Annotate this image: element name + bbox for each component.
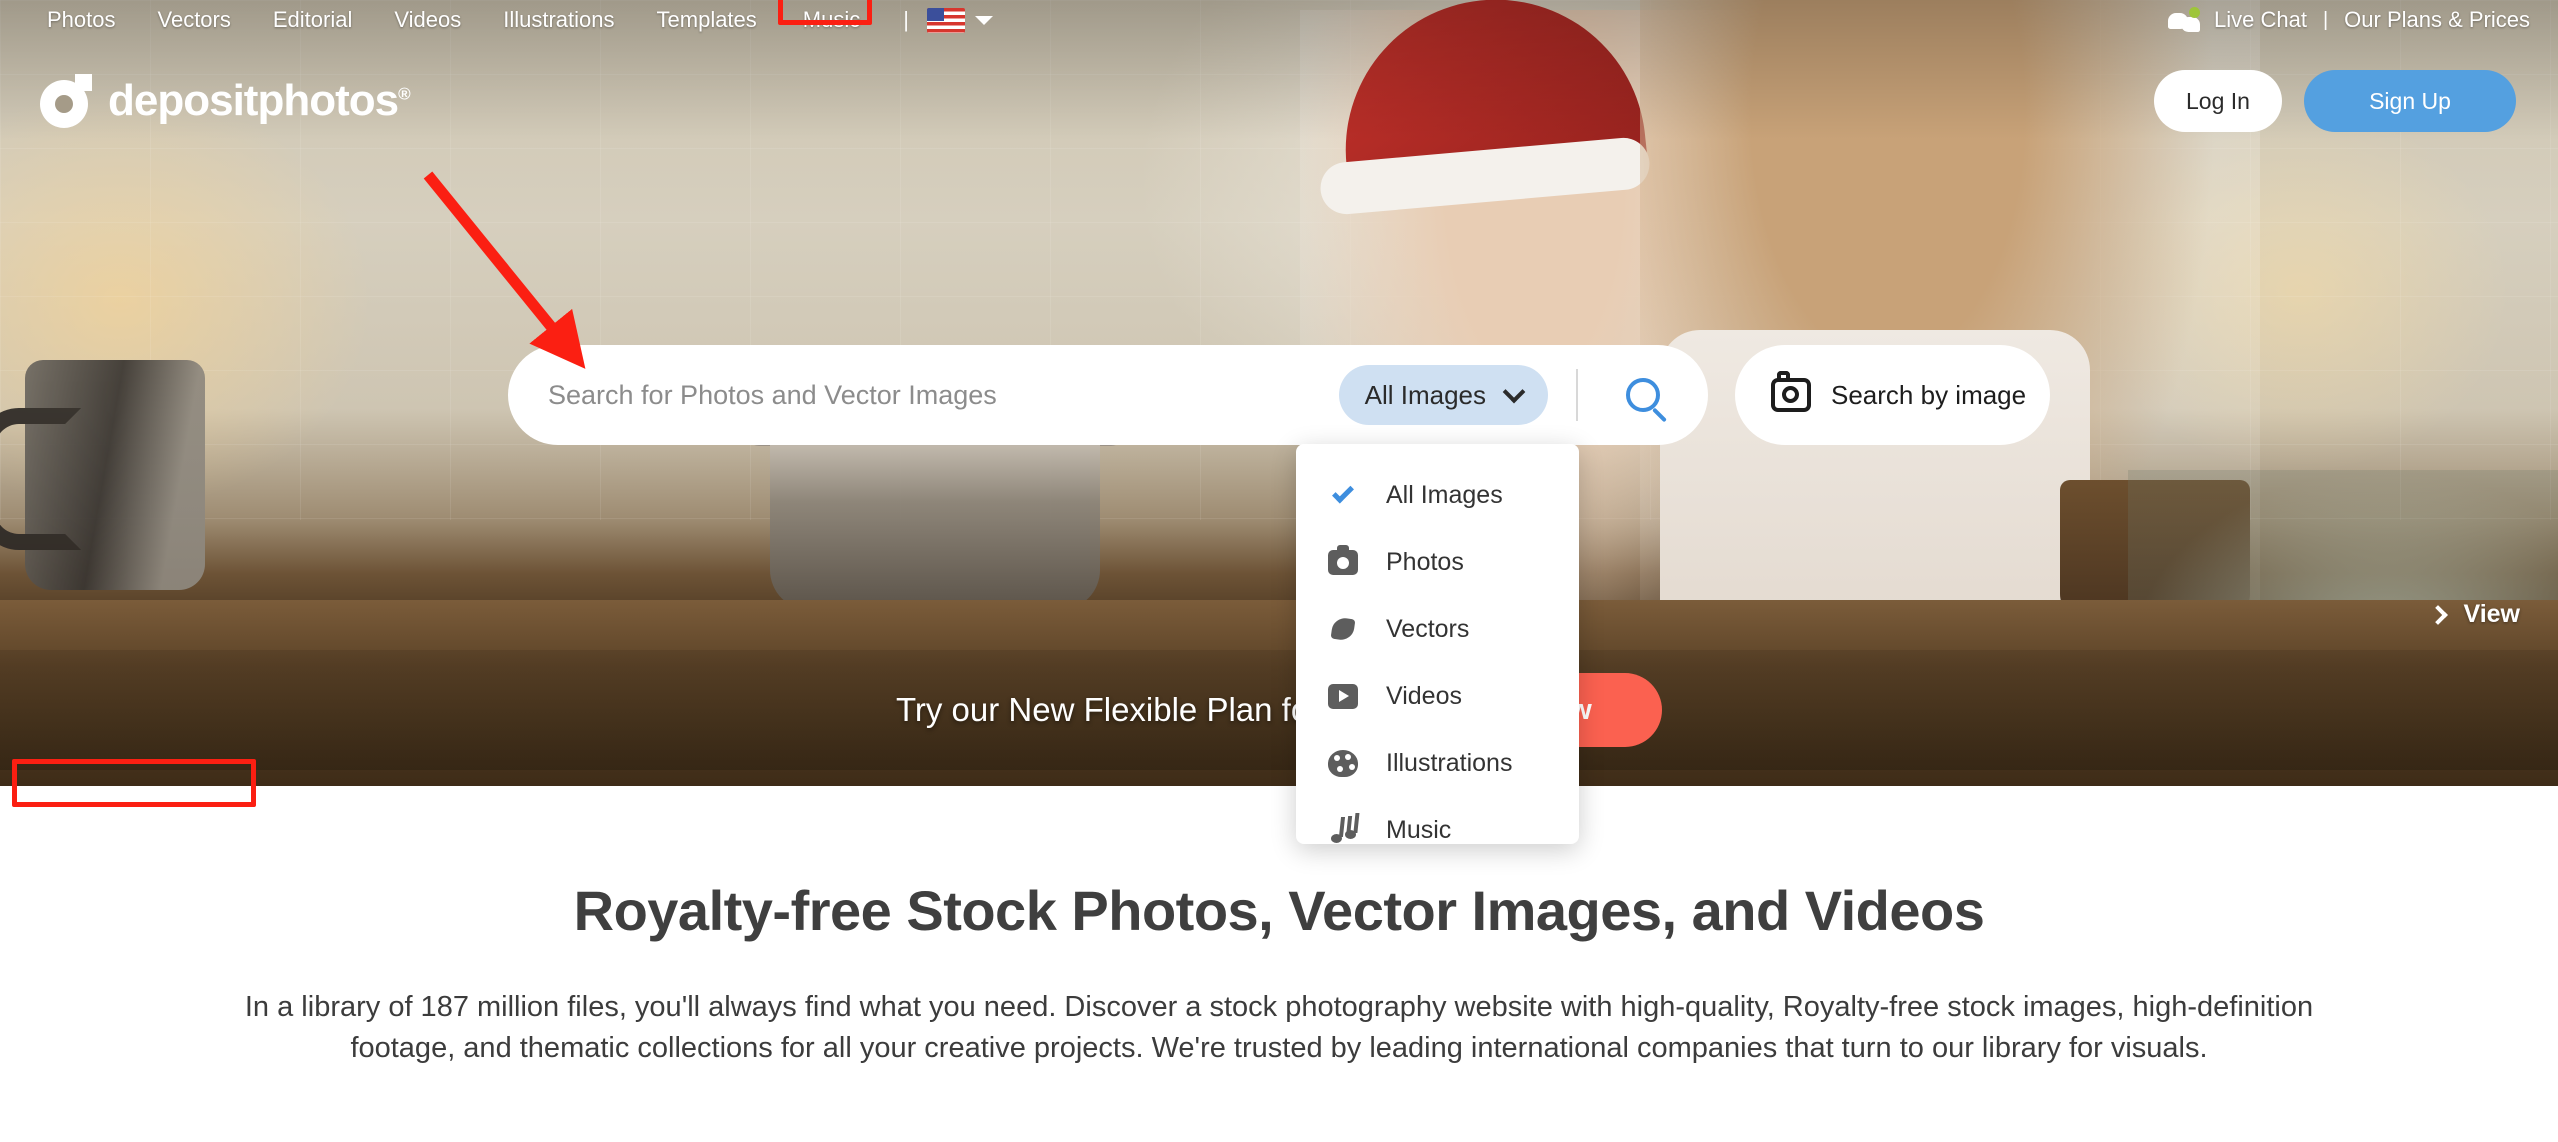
nav-item-templates[interactable]: Templates bbox=[636, 1, 778, 39]
promo-banner: Try our New Flexible Plan for $9 Try now bbox=[0, 650, 2558, 770]
nav-item-illustrations[interactable]: Illustrations bbox=[482, 1, 635, 39]
depositphotos-logo[interactable]: depositphotos® bbox=[40, 74, 411, 128]
search-type-dropdown-toggle[interactable]: All Images bbox=[1338, 365, 1548, 425]
annotation-highlight-nav-music bbox=[777, 0, 872, 25]
dropdown-item-illustrations[interactable]: Illustrations bbox=[1296, 730, 1579, 797]
nav-item-vectors[interactable]: Vectors bbox=[137, 1, 252, 39]
us-flag-icon bbox=[926, 7, 965, 33]
search-type-dropdown-menu: All Images Photos Vectors Videos Illustr… bbox=[1296, 444, 1579, 844]
sign-up-button[interactable]: Sign Up bbox=[2304, 70, 2516, 132]
dropdown-item-photos[interactable]: Photos bbox=[1296, 529, 1579, 596]
nav-links-group: Photos Vectors Editorial Videos Illustra… bbox=[0, 0, 993, 39]
page-root: Photos Vectors Editorial Videos Illustra… bbox=[0, 0, 2558, 1142]
nav-separator: | bbox=[903, 7, 909, 32]
dropdown-item-label: Vectors bbox=[1386, 615, 1470, 643]
dropdown-item-all-images[interactable]: All Images bbox=[1296, 462, 1579, 529]
dropdown-item-label: Illustrations bbox=[1386, 749, 1513, 777]
dropdown-item-label: Music bbox=[1386, 816, 1452, 844]
search-by-image-button[interactable]: Search by image bbox=[1735, 345, 2050, 445]
search-input[interactable] bbox=[508, 379, 1339, 411]
top-navigation-bar: Photos Vectors Editorial Videos Illustra… bbox=[0, 0, 2558, 40]
logo-name: depositphotos bbox=[108, 76, 399, 125]
search-submit-button[interactable] bbox=[1578, 378, 1708, 412]
dropdown-item-music[interactable]: Music bbox=[1296, 797, 1579, 864]
nav-item-photos[interactable]: Photos bbox=[26, 1, 137, 39]
logo-trademark: ® bbox=[398, 84, 410, 104]
logo-wordmark: depositphotos® bbox=[108, 76, 411, 126]
plans-and-prices-link[interactable]: Our Plans & Prices bbox=[2344, 7, 2530, 33]
play-icon bbox=[1326, 684, 1360, 709]
carousel-view-label: View bbox=[2463, 600, 2520, 628]
nav-item-music-wrapper: Music bbox=[777, 0, 885, 39]
main-content: Royalty-free Stock Photos, Vector Images… bbox=[0, 786, 2558, 1069]
chevron-down-icon bbox=[1502, 380, 1526, 404]
pen-nib-icon bbox=[1326, 616, 1360, 644]
auth-buttons: Log In Sign Up bbox=[2154, 70, 2516, 132]
nav-item-editorial[interactable]: Editorial bbox=[252, 1, 373, 39]
annotation-highlight-dropdown-music bbox=[12, 759, 256, 807]
search-type-selected-label: All Images bbox=[1364, 379, 1486, 410]
music-note-icon bbox=[1326, 816, 1360, 845]
chat-bubble-icon bbox=[2168, 7, 2202, 33]
camera-icon bbox=[1326, 545, 1360, 575]
chevron-right-icon bbox=[2428, 604, 2449, 625]
search-icon bbox=[1626, 378, 1660, 412]
dropdown-item-vectors[interactable]: Vectors bbox=[1296, 596, 1579, 663]
live-chat-label: Live Chat bbox=[2214, 7, 2307, 32]
carousel-view-control[interactable]: View bbox=[2428, 600, 2520, 629]
dropdown-item-label: All Images bbox=[1386, 481, 1503, 509]
nav-right-group: Live Chat | Our Plans & Prices bbox=[2168, 7, 2558, 33]
dropdown-item-label: Photos bbox=[1386, 548, 1464, 576]
logo-camera-icon bbox=[40, 74, 94, 128]
dropdown-item-videos[interactable]: Videos bbox=[1296, 663, 1579, 730]
log-in-button[interactable]: Log In bbox=[2154, 70, 2282, 132]
nav-right-separator: | bbox=[2322, 8, 2329, 31]
check-icon bbox=[1326, 481, 1360, 504]
live-chat-button[interactable]: Live Chat bbox=[2168, 7, 2307, 33]
search-bar: All Images bbox=[508, 345, 1708, 445]
dropdown-item-label: Videos bbox=[1386, 682, 1462, 710]
chevron-down-icon bbox=[974, 15, 993, 25]
nav-item-videos[interactable]: Videos bbox=[373, 1, 482, 39]
page-description: In a library of 187 million files, you'l… bbox=[244, 991, 2314, 1065]
search-by-image-label: Search by image bbox=[1831, 379, 2027, 410]
page-title: Royalty-free Stock Photos, Vector Images… bbox=[573, 879, 1985, 942]
camera-icon bbox=[1771, 371, 1811, 412]
language-selector[interactable] bbox=[926, 7, 993, 33]
palette-icon bbox=[1326, 750, 1360, 777]
